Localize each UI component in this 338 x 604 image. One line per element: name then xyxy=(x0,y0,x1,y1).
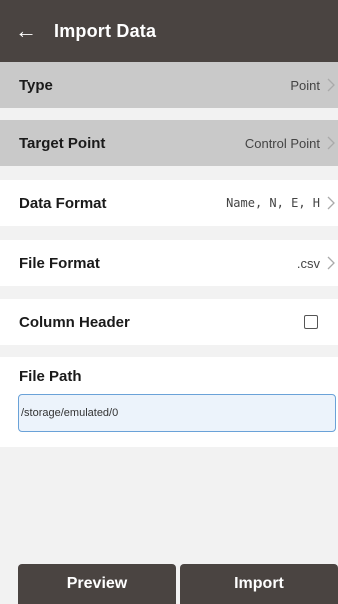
file-path-input[interactable]: /storage/emulated/0 xyxy=(18,394,336,432)
target-point-value: Control Point xyxy=(244,135,320,151)
type-label: Type xyxy=(19,76,53,94)
arrow-left-icon: ← xyxy=(15,18,37,43)
target-point-row[interactable]: Target Point Control Point xyxy=(0,120,338,166)
chevron-right-icon xyxy=(327,196,335,210)
data-format-value: Name, N, E, H xyxy=(226,196,320,210)
file-path-section: File Path /storage/emulated/0 xyxy=(0,357,338,555)
file-path-label: File Path xyxy=(19,368,82,385)
chevron-right-icon xyxy=(327,78,335,92)
chevron-right-icon xyxy=(327,136,335,150)
file-format-value: .csv xyxy=(296,255,320,271)
page-title: Import Data xyxy=(54,20,157,41)
column-header-checkbox[interactable] xyxy=(304,315,318,329)
data-format-row[interactable]: Data Format Name, N, E, H xyxy=(0,180,338,226)
preview-button[interactable]: Preview xyxy=(18,564,176,604)
bottom-button-bar: Preview Import xyxy=(0,560,338,604)
column-header-row[interactable]: Column Header xyxy=(0,299,338,345)
import-button[interactable]: Import xyxy=(180,564,338,604)
file-format-row[interactable]: File Format .csv xyxy=(0,240,338,286)
type-row[interactable]: Type Point xyxy=(0,62,338,108)
file-path-panel: File Path /storage/emulated/0 xyxy=(0,357,338,447)
chevron-right-icon xyxy=(327,256,335,270)
back-button[interactable]: ← xyxy=(6,11,46,51)
column-header-label: Column Header xyxy=(19,313,130,331)
file-format-label: File Format xyxy=(19,254,100,272)
type-value: Point xyxy=(290,77,320,93)
app-bar: ← Import Data xyxy=(0,0,338,62)
target-point-label: Target Point xyxy=(19,134,106,152)
data-format-label: Data Format xyxy=(19,194,107,212)
